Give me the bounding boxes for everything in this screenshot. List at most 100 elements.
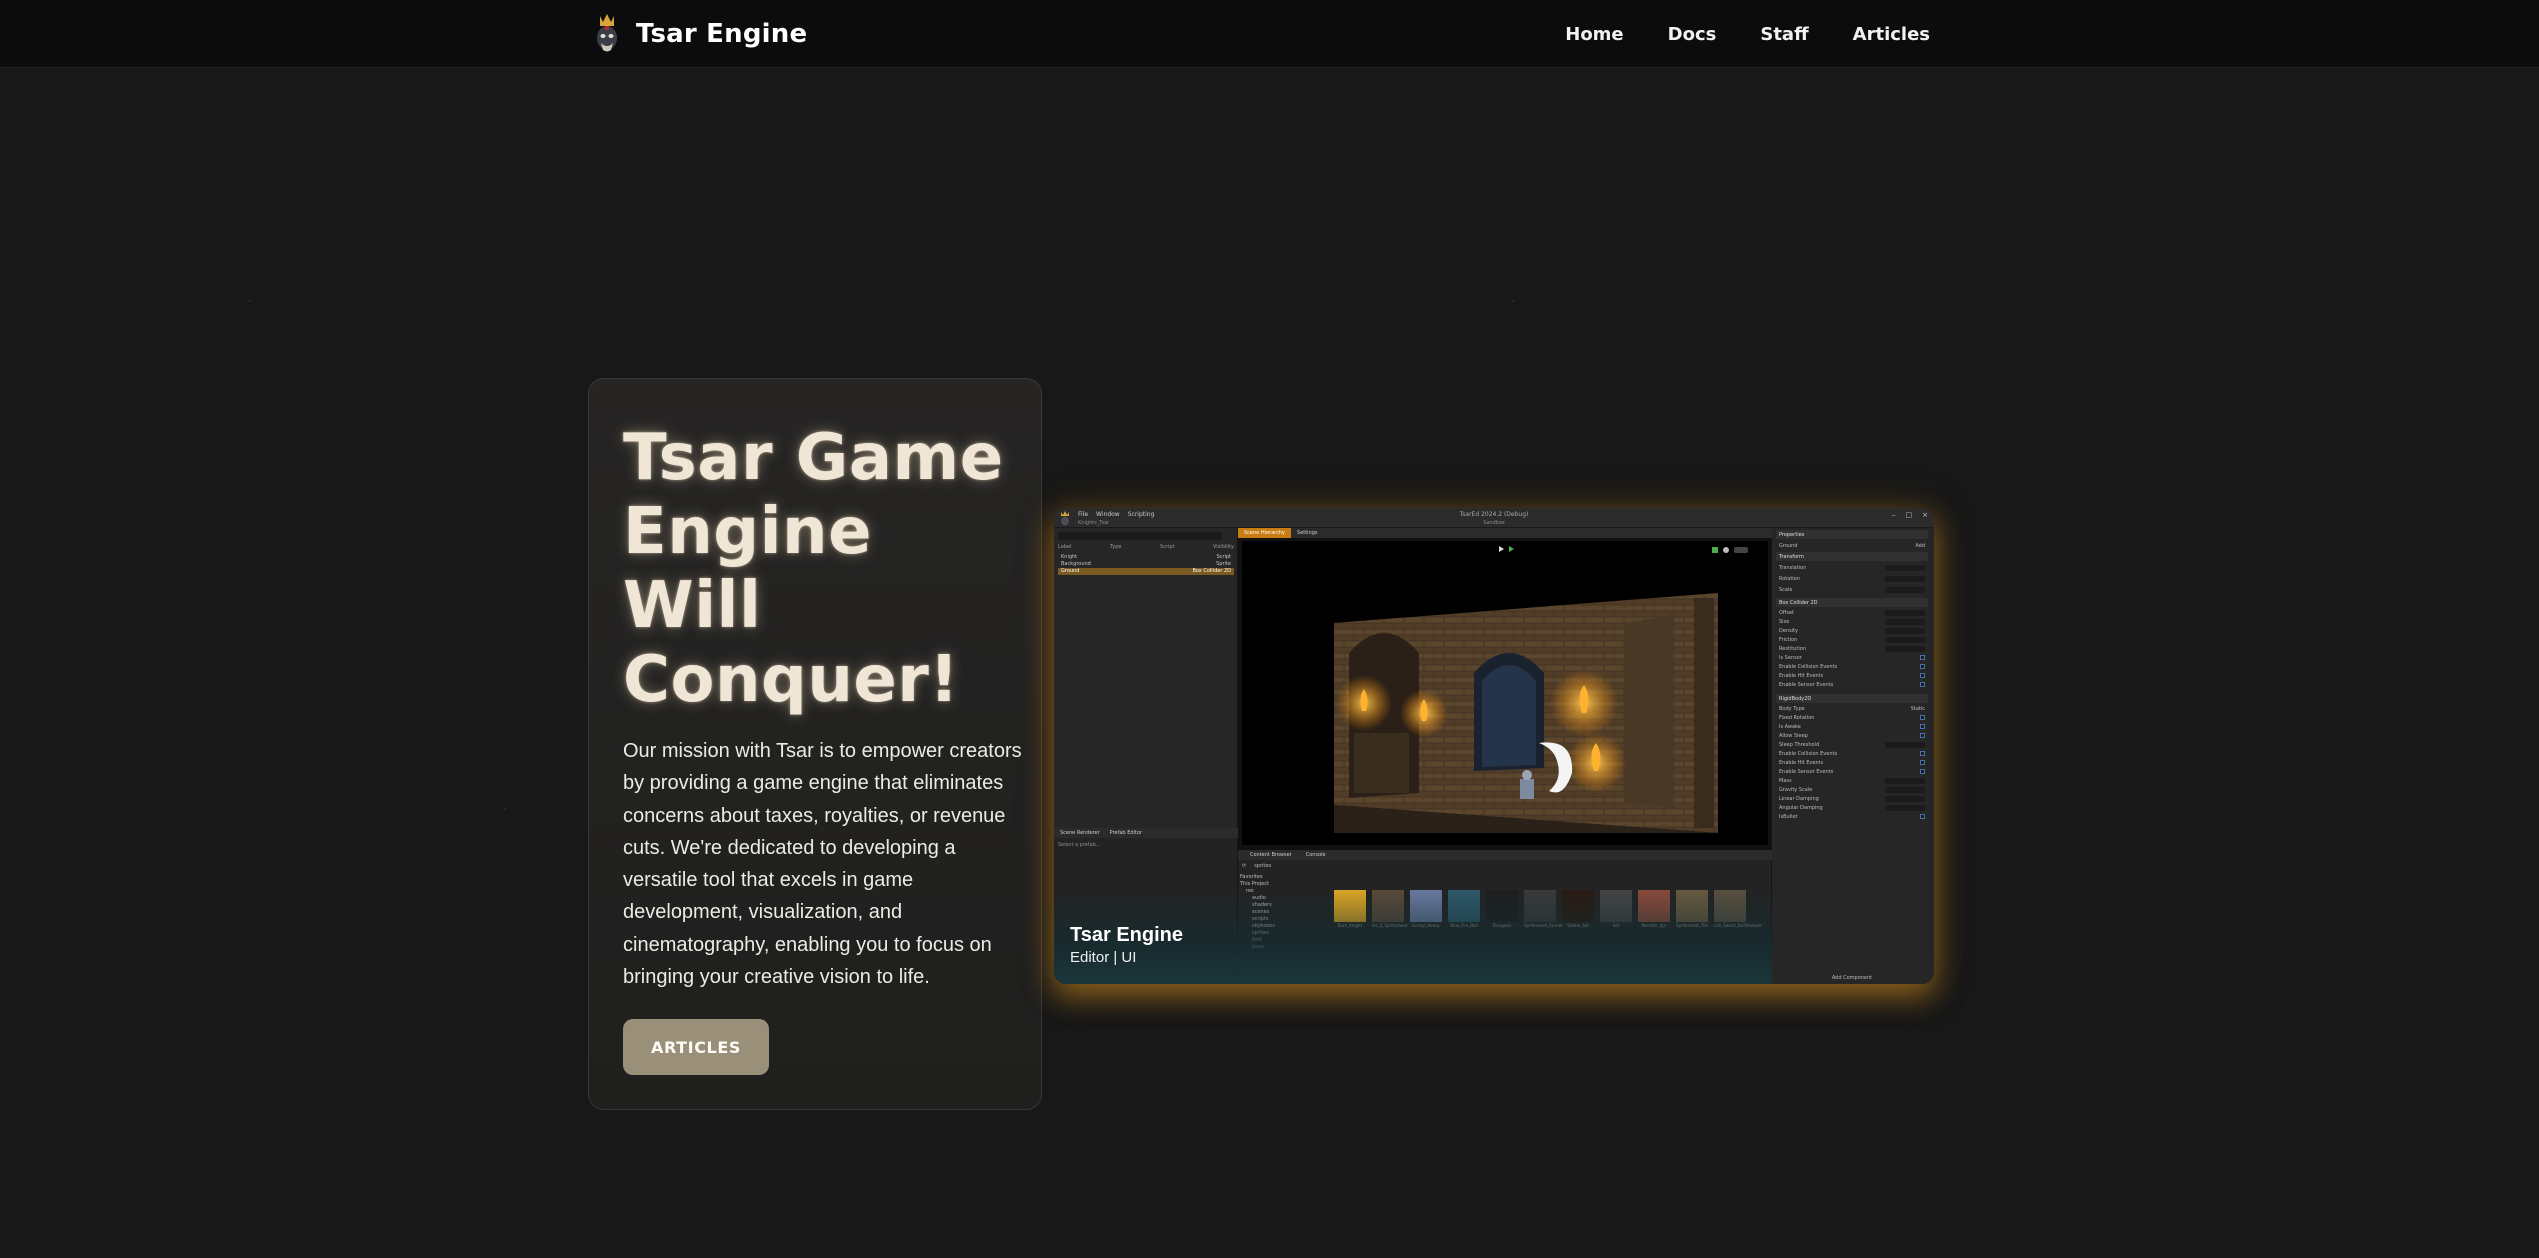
prop-row: Enable Collision Events xyxy=(1776,662,1928,671)
tree-row-label: Background xyxy=(1061,561,1091,567)
tree-header-label: Label xyxy=(1058,544,1072,550)
background-star xyxy=(504,808,506,810)
site-header: Tsar Engine Home Docs Staff Articles xyxy=(0,0,2539,68)
brand-name: Tsar Engine xyxy=(636,19,808,49)
prop-row: IsBullet xyxy=(1776,812,1928,821)
path-label: sprites xyxy=(1254,863,1272,869)
tab-settings: Settings xyxy=(1297,530,1318,536)
editor-window-controls: – □ × xyxy=(1892,511,1928,519)
prop-value xyxy=(1885,575,1925,582)
editor-inspector: Properties Ground Add Transform Translat… xyxy=(1772,528,1934,984)
nav-articles[interactable]: Articles xyxy=(1853,24,1930,45)
prop-row: Size xyxy=(1776,617,1928,626)
prop-value xyxy=(1885,564,1925,571)
prop-checkbox xyxy=(1920,655,1925,660)
prop-label: Gravity Scale xyxy=(1779,786,1813,793)
prop-row: Enable Sensor Events xyxy=(1776,767,1928,776)
prop-label: Friction xyxy=(1779,636,1798,643)
screenshot-caption-subtitle: Editor | UI xyxy=(1070,949,1137,966)
add-component-label: Add Component xyxy=(1831,974,1873,981)
tree-row: Background Sprite xyxy=(1058,561,1234,568)
dungeon-scene-image xyxy=(1334,593,1718,833)
prop-label: Is Sensor xyxy=(1779,654,1802,661)
editor-window-title: TsarEd 2024.2 (Debug) xyxy=(1459,511,1529,518)
prop-checkbox xyxy=(1920,769,1925,774)
tab-scene-renderer: Scene Renderer xyxy=(1060,830,1100,836)
inspector-entity-row: Ground Add xyxy=(1776,541,1928,550)
prop-row: Enable Hit Events xyxy=(1776,671,1928,680)
prop-value xyxy=(1885,627,1925,634)
prop-label: Translation xyxy=(1779,564,1807,571)
tree-row-label: Knight xyxy=(1061,554,1078,560)
lower-left-tabs: Scene Renderer Prefab Editor xyxy=(1054,828,1238,838)
hero-title: Tsar Game Engine Will Conquer! xyxy=(623,421,1004,717)
prop-row: Enable Collision Events xyxy=(1776,749,1928,758)
prop-label: Enable Sensor Events xyxy=(1779,768,1834,775)
section-collider-label: Box Collider 2D xyxy=(1779,599,1818,606)
prop-label: Size xyxy=(1779,618,1790,625)
gizmo-tools-icon xyxy=(1712,547,1748,553)
refresh-icon: ⟳ xyxy=(1242,863,1247,869)
nav-staff[interactable]: Staff xyxy=(1760,24,1808,45)
inspector-header: Properties xyxy=(1776,530,1928,539)
tree-row-type: Script xyxy=(1216,554,1231,560)
section-transform: Transform xyxy=(1776,552,1928,561)
prop-checkbox xyxy=(1920,724,1925,729)
tsar-crown-logo-icon xyxy=(597,14,617,52)
tree-row: Knight Script xyxy=(1058,554,1234,561)
scene-search xyxy=(1058,532,1222,540)
articles-button[interactable]: ARTICLES xyxy=(623,1019,769,1075)
prop-row: Allow Sleep xyxy=(1776,731,1928,740)
editor-scene-tree: Label Type Script Visibility Knight Scri… xyxy=(1054,528,1238,828)
brand-link[interactable]: Tsar Engine xyxy=(592,12,807,56)
prop-row: Density xyxy=(1776,626,1928,635)
prop-label: Is Awake xyxy=(1779,723,1801,730)
prop-label: Linear Damping xyxy=(1779,795,1819,802)
editor-screenshot: File Window Scripting Knights_Tsar TsarE… xyxy=(1054,508,1934,984)
prop-value xyxy=(1885,804,1925,811)
tree-header-visibility: Visibility xyxy=(1213,544,1234,550)
prop-value xyxy=(1885,741,1925,748)
prop-row: Friction xyxy=(1776,635,1928,644)
background-star xyxy=(1512,300,1514,302)
editor-titlebar: File Window Scripting Knights_Tsar TsarE… xyxy=(1054,508,1934,528)
prop-row: Angular Damping xyxy=(1776,803,1928,812)
prop-checkbox xyxy=(1920,733,1925,738)
section-rigidbody: RigidBody2D xyxy=(1776,694,1928,703)
prop-row: Body Type Static xyxy=(1776,704,1928,713)
prop-row: Enable Hit Events xyxy=(1776,758,1928,767)
prop-row: Offset xyxy=(1776,608,1928,617)
prop-label: Enable Hit Events xyxy=(1779,759,1824,766)
content-browser-toolbar: ⟳ sprites xyxy=(1242,862,1768,870)
prop-checkbox xyxy=(1920,673,1925,678)
prop-label: Fixed Rotation xyxy=(1779,714,1815,721)
prop-value xyxy=(1885,586,1925,593)
prop-row: Linear Damping xyxy=(1776,794,1928,803)
prop-checkbox xyxy=(1920,760,1925,765)
body-type-value: Static xyxy=(1910,705,1925,712)
section-box-collider: Box Collider 2D xyxy=(1776,598,1928,607)
prop-label: Density xyxy=(1779,627,1799,634)
folder-tree-item: Favorites xyxy=(1240,874,1263,880)
prop-value xyxy=(1885,795,1925,802)
tree-row-selected: Ground Box Collider 2D xyxy=(1058,568,1234,575)
tab-scene-hierarchy: Scene Hierarchy xyxy=(1238,528,1292,538)
prop-label: Enable Collision Events xyxy=(1779,750,1838,757)
content-browser-tabs: Content Browser Console xyxy=(1238,850,1772,860)
nav-home[interactable]: Home xyxy=(1565,24,1623,45)
prop-label: Enable Collision Events xyxy=(1779,663,1838,670)
prop-checkbox xyxy=(1920,664,1925,669)
nav-docs[interactable]: Docs xyxy=(1668,24,1717,45)
prop-row: Enable Sensor Events xyxy=(1776,680,1928,689)
tab-prefab-editor: Prefab Editor xyxy=(1109,830,1142,836)
prop-row: Sleep Threshold xyxy=(1776,740,1928,749)
section-rigidbody-label: RigidBody2D xyxy=(1779,695,1812,702)
tab-content-browser: Content Browser xyxy=(1250,852,1292,858)
prop-label: Offset xyxy=(1779,609,1795,616)
prop-row: Mass xyxy=(1776,776,1928,785)
prop-value xyxy=(1885,636,1925,643)
prop-checkbox xyxy=(1920,814,1925,819)
background-star xyxy=(249,300,251,302)
tree-row-type: Box Collider 2D xyxy=(1192,568,1231,574)
add-component-row: Add Component xyxy=(1776,973,1928,982)
